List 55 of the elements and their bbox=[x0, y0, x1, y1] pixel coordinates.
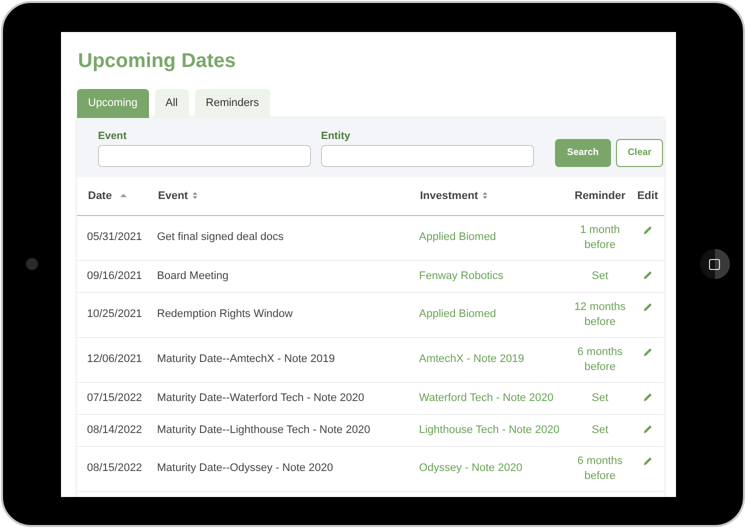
investment-link[interactable]: Odyssey - Note 2020 bbox=[419, 462, 522, 474]
table-cell: 08/15/2022 bbox=[87, 462, 142, 474]
table-cell: Get final signed deal docs bbox=[157, 231, 284, 243]
home-button[interactable] bbox=[700, 249, 730, 279]
table-cell: 07/15/2022 bbox=[87, 392, 142, 404]
table-cell: Maturity Date--Waterford Tech - Note 2020 bbox=[157, 392, 364, 404]
sort-ascending-icon[interactable] bbox=[120, 193, 127, 198]
investment-link[interactable]: Lighthouse Tech - Note 2020 bbox=[419, 424, 560, 436]
field-label: Event bbox=[98, 130, 128, 142]
column-header[interactable]: Date bbox=[88, 190, 112, 202]
column-header[interactable]: Investment bbox=[420, 190, 478, 202]
input-field[interactable] bbox=[98, 144, 311, 166]
investment-link[interactable]: AmtechX - Note 2019 bbox=[419, 353, 524, 365]
table-cell: 09/16/2021 bbox=[87, 270, 142, 282]
pencil-icon[interactable] bbox=[642, 392, 652, 402]
column-header[interactable]: Event bbox=[158, 190, 188, 202]
investment-link[interactable]: Waterford Tech - Note 2020 bbox=[419, 392, 554, 404]
reminder-link[interactable]: 6 months before bbox=[568, 344, 632, 374]
reminder-link[interactable]: 6 months before bbox=[568, 454, 632, 484]
column-header[interactable]: Edit bbox=[637, 190, 658, 202]
investment-link[interactable]: Applied Biomed bbox=[419, 308, 496, 320]
sort-icon[interactable] bbox=[482, 191, 488, 200]
reminder-link[interactable]: 12 months before bbox=[568, 300, 632, 330]
pencil-icon[interactable] bbox=[642, 424, 652, 434]
table-cell: 05/31/2021 bbox=[87, 231, 142, 243]
investment-link[interactable]: Fenway Robotics bbox=[419, 270, 504, 282]
table-cell: Maturity Date--Lighthouse Tech - Note 2020 bbox=[157, 424, 370, 436]
sort-icon[interactable] bbox=[192, 191, 198, 200]
page-title: Upcoming Dates bbox=[78, 50, 236, 72]
table-cell: Redemption Rights Window bbox=[157, 308, 293, 320]
column-header[interactable]: Reminder bbox=[574, 190, 626, 202]
tab[interactable]: Reminders bbox=[194, 88, 270, 118]
camera-icon bbox=[26, 258, 38, 270]
table-cell: Maturity Date--AmtechX - Note 2019 bbox=[157, 353, 335, 365]
clear-button[interactable]: Clear bbox=[616, 138, 664, 166]
pencil-icon[interactable] bbox=[642, 302, 652, 312]
investment-link[interactable]: Applied Biomed bbox=[419, 231, 496, 243]
table-cell: Maturity Date--Odyssey - Note 2020 bbox=[157, 462, 334, 474]
table-cell: 08/14/2022 bbox=[87, 424, 142, 436]
input-field[interactable] bbox=[321, 144, 534, 166]
table-cell: Board Meeting bbox=[157, 270, 229, 282]
tab[interactable]: Upcoming bbox=[77, 88, 149, 118]
pencil-icon[interactable] bbox=[642, 224, 652, 234]
reminder-link[interactable]: 1 month before bbox=[568, 222, 632, 252]
tab[interactable]: All bbox=[154, 88, 189, 118]
table-cell: 10/25/2021 bbox=[87, 308, 142, 320]
field-label: Entity bbox=[321, 130, 352, 142]
table-cell: 12/06/2021 bbox=[87, 353, 142, 365]
pencil-icon[interactable] bbox=[642, 270, 652, 280]
reminder-link[interactable]: Set bbox=[568, 268, 632, 284]
pencil-icon[interactable] bbox=[642, 456, 652, 466]
pencil-icon[interactable] bbox=[642, 346, 652, 356]
reminder-link[interactable]: Set bbox=[568, 422, 632, 438]
reminder-link[interactable]: Set bbox=[568, 390, 632, 406]
search-button[interactable]: Search bbox=[555, 138, 611, 166]
